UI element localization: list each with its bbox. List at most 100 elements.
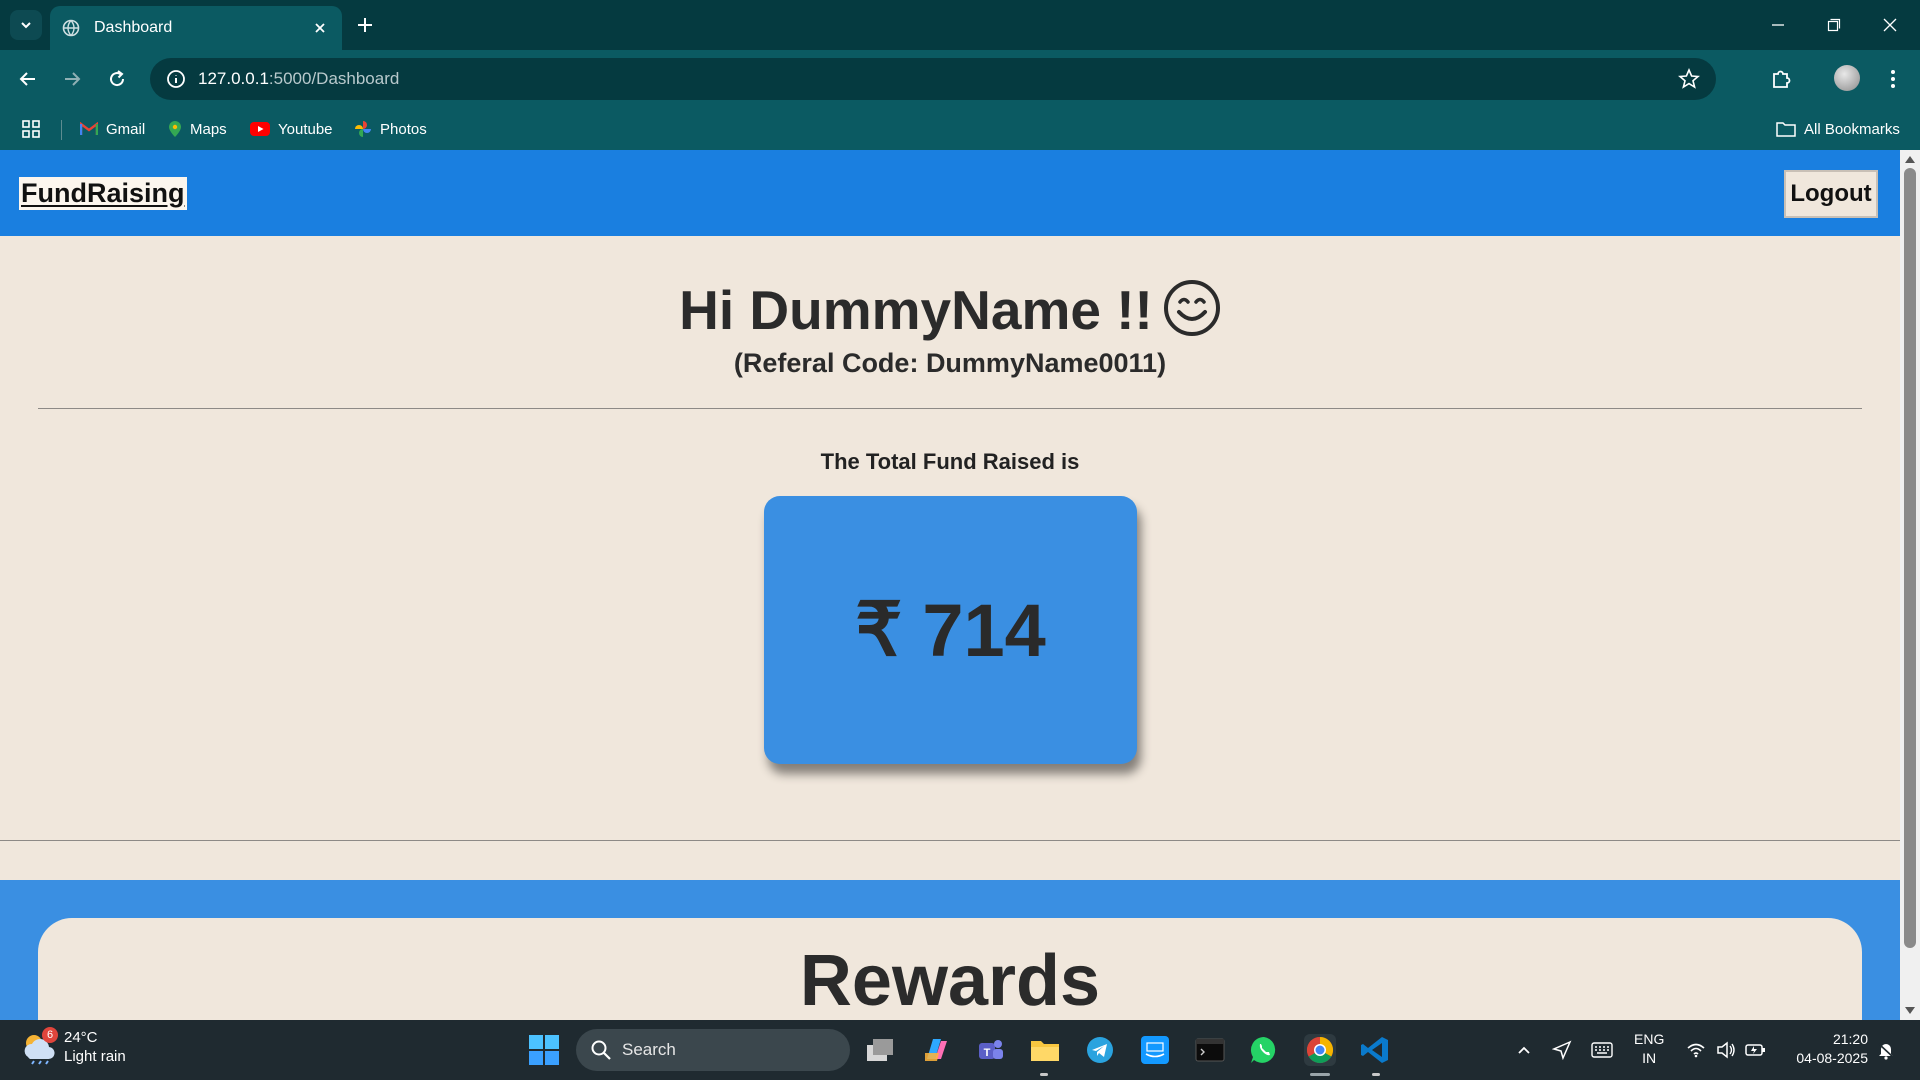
- more-vertical-icon: [1891, 70, 1895, 88]
- battery-icon[interactable]: [1744, 1038, 1768, 1062]
- apps-button[interactable]: [22, 118, 40, 140]
- restore-button[interactable]: [1814, 10, 1854, 40]
- youtube-icon: [250, 122, 270, 136]
- app-running-indicator: [1372, 1073, 1380, 1076]
- chrome-icon[interactable]: [1304, 1034, 1336, 1066]
- rewards-heading: Rewards: [799, 941, 1101, 1020]
- gmail-icon: [80, 122, 98, 135]
- windows-start-icon[interactable]: [528, 1034, 560, 1066]
- reload-button[interactable]: [102, 64, 132, 94]
- search-placeholder: Search: [622, 1040, 676, 1059]
- copilot-icon[interactable]: [920, 1034, 952, 1066]
- plus-icon: [358, 18, 372, 32]
- logout-button[interactable]: Logout: [1784, 170, 1878, 218]
- weather-description: Light rain: [64, 1048, 126, 1065]
- tab-title: Dashboard: [94, 19, 173, 36]
- bookmark-maps[interactable]: Maps: [168, 118, 227, 140]
- weather-rain-icon: 6: [20, 1027, 58, 1065]
- telegram-icon[interactable]: [1084, 1034, 1116, 1066]
- scroll-down-arrow-icon[interactable]: [1904, 1006, 1916, 1016]
- browser-toolbar: 127.0.0.1:5000/Dashboard: [0, 50, 1920, 108]
- total-fund-amount: 714: [922, 588, 1046, 672]
- forward-button[interactable]: [57, 64, 87, 94]
- maps-pin-icon: [169, 121, 181, 137]
- bookmark-star-icon[interactable]: [1678, 68, 1700, 90]
- bookmark-label: Gmail: [106, 120, 146, 138]
- keyboard-icon[interactable]: [1590, 1038, 1614, 1062]
- search-icon: [591, 1040, 611, 1060]
- site-navbar: FundRaising Logout: [0, 150, 1900, 236]
- referral-code-text: (Referal Code: DummyName0011): [733, 348, 1167, 378]
- clock-date: 04-08-2025: [1796, 1050, 1868, 1066]
- url-host: 127.0.0.1: [198, 69, 269, 88]
- task-view-icon[interactable]: [864, 1034, 896, 1066]
- folder-icon: [1776, 122, 1796, 137]
- whatsapp-icon[interactable]: [1248, 1034, 1280, 1066]
- weather-alert-badge: 6: [42, 1027, 58, 1043]
- page-scrollbar[interactable]: [1900, 150, 1920, 1020]
- extensions-button[interactable]: [1766, 64, 1796, 94]
- puzzle-icon: [1773, 70, 1791, 88]
- total-fund-label: The Total Fund Raised is: [820, 449, 1080, 474]
- close-tab-icon[interactable]: [310, 18, 330, 38]
- close-window-button[interactable]: [1870, 10, 1910, 40]
- bookmark-label: Youtube: [278, 120, 333, 138]
- minimize-icon: [1772, 24, 1784, 26]
- minimize-button[interactable]: [1758, 10, 1798, 40]
- apps-grid-icon: [22, 120, 40, 138]
- back-button[interactable]: [13, 64, 43, 94]
- profile-avatar[interactable]: [1834, 65, 1860, 91]
- smiling-face-icon: [1163, 280, 1220, 337]
- browser-tab-bar: Dashboard: [0, 0, 1920, 50]
- taskbar-search[interactable]: Search: [576, 1029, 850, 1071]
- location-arrow-icon[interactable]: [1550, 1038, 1574, 1062]
- page-content: FundRaising Logout Hi DummyName !! (Refe…: [0, 150, 1900, 1020]
- bookmark-photos[interactable]: Photos: [354, 118, 427, 140]
- browser-menu-button[interactable]: [1878, 64, 1908, 94]
- wifi-icon[interactable]: [1684, 1038, 1708, 1062]
- bookmarks-separator: [61, 120, 62, 140]
- app-running-indicator: [1040, 1073, 1048, 1076]
- bookmark-label: Photos: [380, 120, 427, 138]
- greeting-text: Hi DummyName !!: [679, 279, 1153, 341]
- all-bookmarks-label: All Bookmarks: [1804, 120, 1900, 138]
- bookmark-label: Maps: [190, 120, 227, 138]
- browser-tab-dashboard[interactable]: Dashboard: [50, 6, 342, 50]
- arrow-right-icon: [65, 72, 81, 86]
- bookmark-gmail[interactable]: Gmail: [80, 118, 145, 140]
- prime-video-icon[interactable]: [1139, 1034, 1171, 1066]
- divider: [0, 840, 1900, 841]
- teams-icon[interactable]: T: [974, 1034, 1006, 1066]
- language-code: ENG: [1634, 1031, 1665, 1047]
- terminal-app-icon[interactable]: [1194, 1034, 1226, 1066]
- notification-bell-icon[interactable]: [1874, 1038, 1898, 1062]
- all-bookmarks-button[interactable]: All Bookmarks: [1776, 118, 1900, 140]
- language-indicator[interactable]: ENG IN: [1634, 1030, 1664, 1068]
- bookmark-youtube[interactable]: Youtube: [250, 118, 333, 140]
- tab-search-button[interactable]: [10, 10, 42, 40]
- address-bar[interactable]: 127.0.0.1:5000/Dashboard: [150, 58, 1716, 100]
- close-icon: [1883, 18, 1897, 32]
- new-tab-button[interactable]: [352, 12, 378, 38]
- greeting-heading: Hi DummyName !!: [0, 278, 1900, 343]
- windows-taskbar: 6 24°C Light rain Search T ENG IN 21:20 …: [0, 1020, 1920, 1080]
- show-hidden-icons-chevron-icon[interactable]: [1512, 1038, 1536, 1062]
- svg-text:T: T: [984, 1047, 991, 1059]
- clock-time: 21:20: [1832, 1031, 1868, 1047]
- weather-widget[interactable]: 6 24°C Light rain: [20, 1027, 126, 1066]
- scroll-up-arrow-icon[interactable]: [1904, 154, 1916, 164]
- volume-icon[interactable]: [1714, 1038, 1738, 1062]
- site-info-icon[interactable]: [164, 67, 188, 91]
- globe-icon: [62, 19, 80, 37]
- chevron-down-icon: [21, 22, 31, 29]
- arrow-left-icon: [19, 72, 35, 86]
- brand-link[interactable]: FundRaising: [19, 177, 187, 210]
- bookmarks-bar: Gmail Maps Youtube Photos All Bookmarks: [0, 108, 1920, 150]
- vscode-icon[interactable]: [1359, 1034, 1391, 1066]
- photos-pinwheel-icon: [355, 121, 371, 137]
- system-clock[interactable]: 21:20 04-08-2025: [1786, 1030, 1868, 1068]
- scrollbar-thumb[interactable]: [1904, 168, 1916, 948]
- file-explorer-icon[interactable]: [1029, 1034, 1061, 1066]
- weather-temperature: 24°C: [64, 1029, 98, 1046]
- reload-icon: [110, 70, 125, 87]
